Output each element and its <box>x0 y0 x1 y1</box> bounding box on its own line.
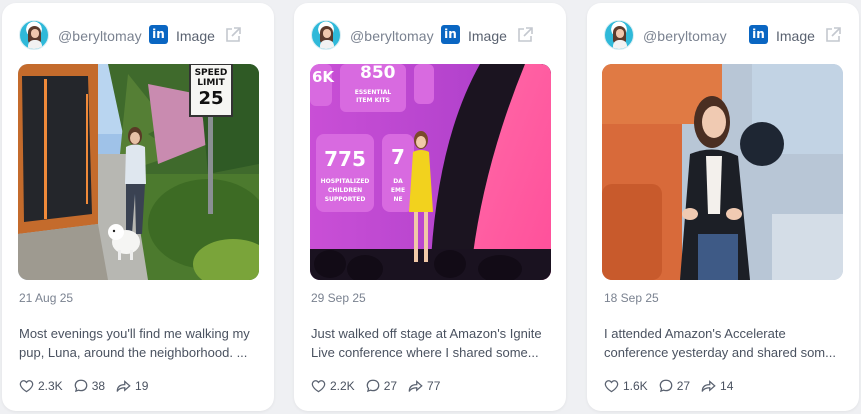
shares-count: 77 <box>427 379 441 393</box>
caption-line: Just walked off stage at Amazon's Ignite <box>311 326 542 341</box>
post-caption[interactable]: I attended Amazon's Accelerate conferenc… <box>604 324 844 362</box>
stage-text: 7 <box>391 145 405 169</box>
avatar[interactable] <box>311 20 341 50</box>
post-date: 18 Sep 25 <box>604 291 659 305</box>
post-caption[interactable]: Just walked off stage at Amazon's Ignite… <box>311 324 551 362</box>
post-card[interactable]: @beryltomay in Image 6K 850 ESSENTIAL IT… <box>294 3 566 411</box>
comments-count: 27 <box>676 379 691 393</box>
likes-stat[interactable]: 1.6K <box>604 379 648 393</box>
heart-icon <box>19 380 34 393</box>
shares-stat[interactable]: 14 <box>701 379 733 393</box>
sign-text-3: 25 <box>198 88 223 109</box>
share-icon <box>116 379 131 392</box>
caption-line: pup, Luna, around the neighborhood. ... <box>19 345 248 360</box>
post-card-header: @beryltomay in Image <box>2 3 274 65</box>
likes-stat[interactable]: 2.2K <box>311 379 355 393</box>
post-image[interactable]: 6K 850 ESSENTIAL ITEM KITS 775 HOSPITALI… <box>310 64 551 280</box>
avatar[interactable] <box>604 20 634 50</box>
comment-icon <box>74 379 88 393</box>
post-type-label: Image <box>176 28 215 44</box>
caption-line: conference yesterday and shared som... <box>604 345 836 360</box>
author-handle[interactable]: @beryltomay <box>350 28 434 44</box>
comments-stat[interactable]: 27 <box>366 379 397 393</box>
share-icon <box>408 379 423 392</box>
post-card[interactable]: @beryltomay in Image 18 Sep 25 I attende… <box>587 3 859 411</box>
post-stats: 2.2K 27 77 <box>311 377 451 395</box>
caption-line: I attended Amazon's Accelerate <box>604 326 786 341</box>
stage-text: SUPPORTED <box>325 196 366 203</box>
shares-stat[interactable]: 77 <box>408 379 440 393</box>
stage-text: CHILDREN <box>328 187 362 194</box>
post-card[interactable]: @beryltomay in Image SPEED LIMIT 25 21 A… <box>2 3 274 411</box>
post-card-header: @beryltomay in Image <box>294 3 566 65</box>
likes-stat[interactable]: 2.3K <box>19 379 63 393</box>
shares-count: 14 <box>720 379 734 393</box>
shares-count: 19 <box>135 379 149 393</box>
caption-line: Live conference where I shared some... <box>311 345 539 360</box>
post-card-header: @beryltomay in Image <box>587 3 859 65</box>
post-type-label: Image <box>468 28 507 44</box>
post-date: 21 Aug 25 <box>19 291 74 305</box>
caption-line: Most evenings you'll find me walking my <box>19 326 250 341</box>
author-handle[interactable]: @beryltomay <box>58 28 142 44</box>
likes-count: 1.6K <box>623 379 648 393</box>
likes-count: 2.2K <box>330 379 355 393</box>
stage-text: ITEM KITS <box>356 97 390 104</box>
shares-stat[interactable]: 19 <box>116 379 148 393</box>
external-link-icon[interactable] <box>224 26 242 44</box>
stage-text: ESSENTIAL <box>355 89 392 96</box>
likes-count: 2.3K <box>38 379 63 393</box>
external-link-icon[interactable] <box>824 26 842 44</box>
linkedin-icon: in <box>749 25 768 44</box>
stage-text: 6K <box>312 68 335 86</box>
external-link-icon[interactable] <box>516 26 534 44</box>
share-icon <box>701 379 716 392</box>
stage-text: NE <box>393 196 402 203</box>
post-type-label: Image <box>776 28 815 44</box>
avatar[interactable] <box>19 20 49 50</box>
linkedin-icon: in <box>441 25 460 44</box>
stage-text: HOSPITALIZED <box>321 178 370 185</box>
stage-text: 850 <box>360 64 396 83</box>
stage-text: EME <box>391 187 405 194</box>
comments-count: 27 <box>383 379 398 393</box>
heart-icon <box>311 380 326 393</box>
post-date: 29 Sep 25 <box>311 291 366 305</box>
post-caption[interactable]: Most evenings you'll find me walking my … <box>19 324 259 362</box>
linkedin-icon: in <box>149 25 168 44</box>
sign-text-1: SPEED <box>195 68 228 78</box>
post-image[interactable]: SPEED LIMIT 25 <box>18 64 259 280</box>
comment-icon <box>659 379 673 393</box>
comment-icon <box>366 379 380 393</box>
stage-text: DA <box>393 178 403 185</box>
comments-count: 38 <box>91 379 106 393</box>
post-image[interactable] <box>602 64 843 280</box>
heart-icon <box>604 380 619 393</box>
author-handle[interactable]: @beryltomay <box>643 28 727 44</box>
post-stats: 2.3K 38 19 <box>19 377 159 395</box>
post-stats: 1.6K 27 14 <box>604 377 744 395</box>
comments-stat[interactable]: 27 <box>659 379 690 393</box>
comments-stat[interactable]: 38 <box>74 379 105 393</box>
sign-text-2: LIMIT <box>197 78 225 88</box>
stage-text: 775 <box>324 147 366 171</box>
